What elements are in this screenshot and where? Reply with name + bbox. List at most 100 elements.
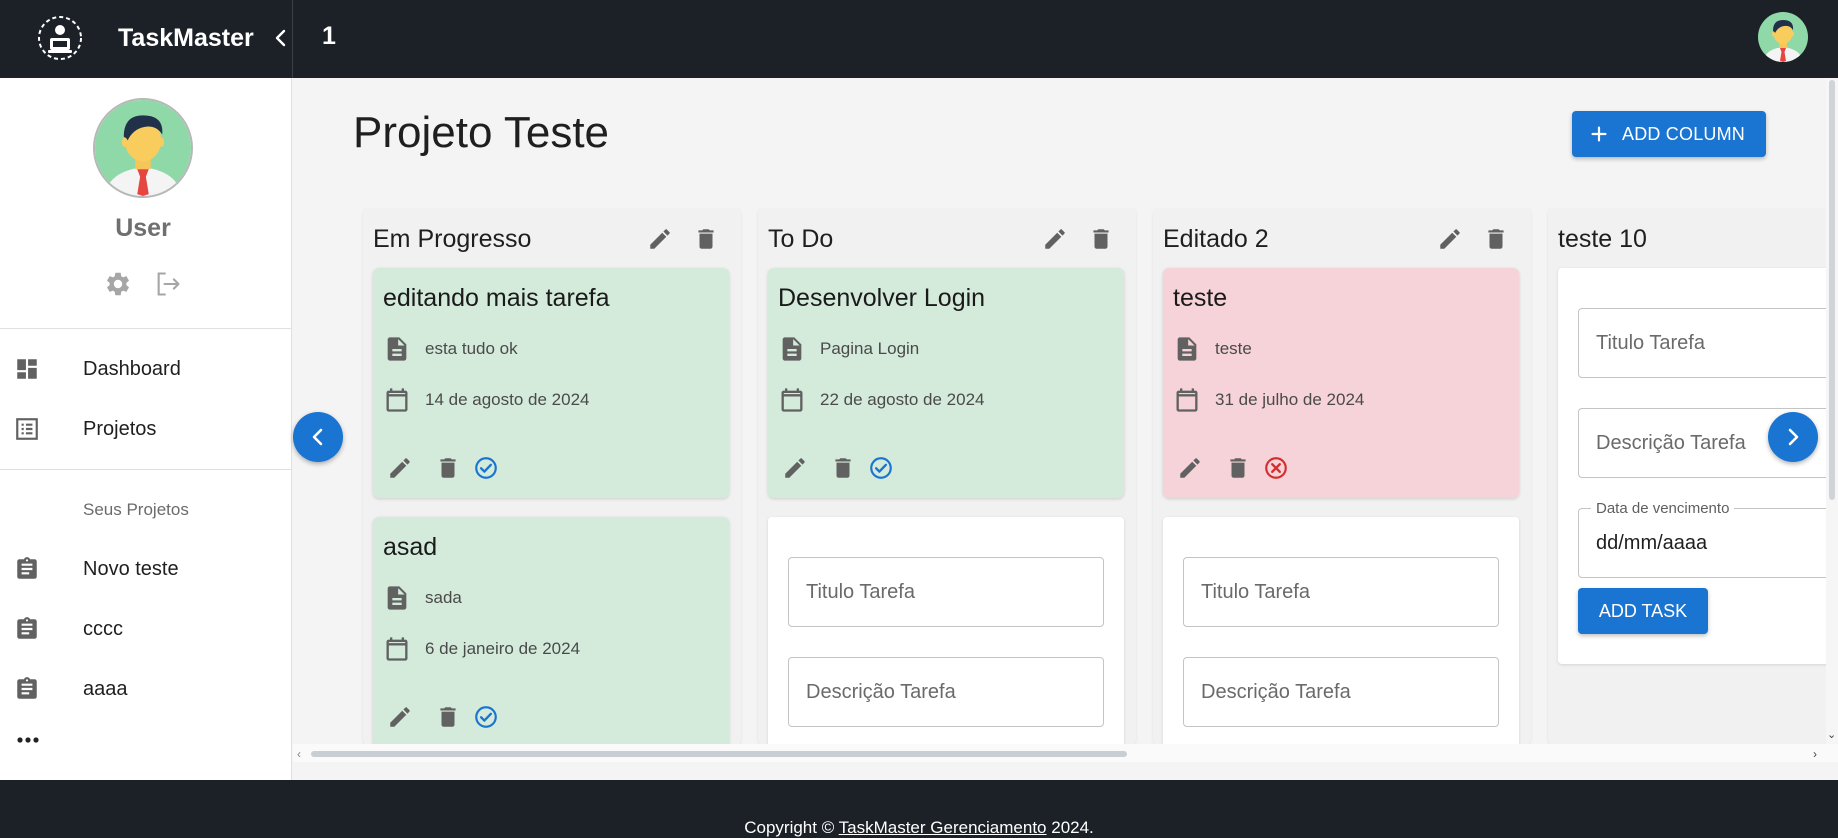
task-complete-check-icon[interactable] xyxy=(868,455,894,481)
description-icon xyxy=(383,584,411,612)
task-date: 6 de janeiro de 2024 xyxy=(425,639,581,658)
task-complete-check-icon[interactable] xyxy=(473,455,499,481)
task-complete-check-icon[interactable] xyxy=(473,704,499,730)
page-number: 1 xyxy=(322,22,336,50)
task-description-field[interactable] xyxy=(1183,657,1499,727)
task-card[interactable]: Desenvolver Login Pagina Login 22 de ago… xyxy=(768,268,1124,498)
edit-task-pencil-icon[interactable] xyxy=(1177,455,1203,481)
edit-column-pencil-icon[interactable] xyxy=(647,226,673,252)
delete-column-trash-icon[interactable] xyxy=(1483,226,1509,252)
task-title-input[interactable] xyxy=(789,580,1103,604)
column-title: Em Progresso xyxy=(373,225,532,253)
main-content: Projeto Teste ADD COLUMN Em Progresso ed… xyxy=(293,78,1838,780)
column-title: teste 10 xyxy=(1558,225,1647,253)
task-title: asad xyxy=(383,533,438,561)
sidebar-item-project[interactable]: aaaa xyxy=(0,662,291,716)
horizontal-scrollbar[interactable]: ‹ › xyxy=(293,744,1838,762)
task-overdue-x-circle-icon[interactable] xyxy=(1263,455,1289,481)
sidebar-item-project[interactable]: Novo teste xyxy=(0,542,291,596)
delete-column-trash-icon[interactable] xyxy=(1088,226,1114,252)
delete-column-trash-icon[interactable] xyxy=(693,226,719,252)
task-description-input[interactable] xyxy=(1184,680,1498,704)
task-description-row: teste xyxy=(1173,334,1252,364)
task-date: 31 de julho de 2024 xyxy=(1215,390,1365,409)
task-description-row: sada xyxy=(383,583,462,613)
calendar-icon xyxy=(383,386,411,414)
edit-column-pencil-icon[interactable] xyxy=(1042,226,1068,252)
task-date-row: 6 de janeiro de 2024 xyxy=(383,634,580,664)
task-card[interactable]: editando mais tarefa esta tudo ok 14 de … xyxy=(373,268,729,498)
sidebar-item-label: Dashboard xyxy=(83,358,181,380)
footer-link[interactable]: TaskMaster Gerenciamento xyxy=(839,818,1047,837)
delete-task-trash-icon[interactable] xyxy=(435,704,461,730)
task-card[interactable]: asad sada 6 de janeiro de 2024 xyxy=(373,517,729,745)
description-icon xyxy=(383,335,411,363)
sidebar-item-projetos[interactable]: Projetos xyxy=(0,402,291,456)
task-date-row: 14 de agosto de 2024 xyxy=(383,385,589,415)
horizontal-scrollbar-thumb[interactable] xyxy=(311,751,1127,757)
new-task-form xyxy=(1163,517,1519,745)
task-description-field[interactable] xyxy=(788,657,1104,727)
add-column-button[interactable]: ADD COLUMN xyxy=(1572,111,1766,157)
task-description: teste xyxy=(1215,339,1252,358)
description-icon xyxy=(1173,335,1201,363)
taskmaster-logo-icon xyxy=(36,14,84,62)
edit-column-pencil-icon[interactable] xyxy=(1437,226,1463,252)
scroll-down-arrow-icon[interactable]: ⌄ xyxy=(1827,728,1836,741)
due-date-field[interactable]: Data de vencimento xyxy=(1578,500,1838,578)
add-task-button[interactable]: ADD TASK xyxy=(1578,588,1708,634)
task-title-field[interactable] xyxy=(1183,557,1499,627)
task-title: editando mais tarefa xyxy=(383,284,610,312)
topbar-divider xyxy=(292,0,293,78)
task-card[interactable]: teste teste 31 de julho de 2024 xyxy=(1163,268,1519,498)
delete-task-trash-icon[interactable] xyxy=(435,455,461,481)
sidebar-item-label: Novo teste xyxy=(83,558,179,580)
scroll-right-button[interactable] xyxy=(1768,412,1818,462)
more-horizontal-icon[interactable] xyxy=(16,732,40,748)
clipboard-icon xyxy=(14,556,40,582)
vertical-scrollbar[interactable] xyxy=(1826,78,1838,744)
footer: Copyright © TaskMaster Gerenciamento 202… xyxy=(0,780,1838,838)
copyright-prefix: Copyright © xyxy=(744,818,839,837)
app-name: TaskMaster xyxy=(118,24,254,52)
due-date-input[interactable] xyxy=(1579,531,1838,555)
task-description-input[interactable] xyxy=(789,680,1103,704)
task-title-input[interactable] xyxy=(1184,580,1498,604)
task-title-input[interactable] xyxy=(1579,331,1838,355)
delete-task-trash-icon[interactable] xyxy=(1225,455,1251,481)
task-title-field[interactable] xyxy=(788,557,1104,627)
edit-task-pencil-icon[interactable] xyxy=(387,704,413,730)
new-task-form xyxy=(768,517,1124,745)
kanban-column: Em Progresso editando mais tarefa esta t… xyxy=(363,208,741,745)
scroll-right-arrow-icon[interactable]: › xyxy=(1813,747,1817,761)
task-description: esta tudo ok xyxy=(425,339,518,358)
chevron-left-icon xyxy=(312,428,323,446)
scroll-left-button[interactable] xyxy=(293,412,343,462)
task-date: 22 de agosto de 2024 xyxy=(820,390,985,409)
kanban-board: Em Progresso editando mais tarefa esta t… xyxy=(293,208,1838,780)
sidebar-item-dashboard[interactable]: Dashboard xyxy=(0,342,291,396)
edit-task-pencil-icon[interactable] xyxy=(782,455,808,481)
vertical-scrollbar-thumb[interactable] xyxy=(1829,80,1835,500)
task-title-field[interactable] xyxy=(1578,308,1838,378)
kanban-column: To Do Desenvolver Login Pagina Login 22 … xyxy=(758,208,1136,745)
calendar-icon xyxy=(383,635,411,663)
sidebar: User Dashboard Projetos Seus Projetos No… xyxy=(0,78,292,780)
column-title: To Do xyxy=(768,225,834,253)
collapse-sidebar-chevron-left-icon[interactable] xyxy=(272,27,290,49)
description-icon xyxy=(778,335,806,363)
scroll-left-arrow-icon[interactable]: ‹ xyxy=(297,747,301,761)
user-avatar-button[interactable] xyxy=(1758,12,1808,62)
dashboard-icon xyxy=(14,356,40,382)
column-title: Editado 2 xyxy=(1163,225,1269,253)
kanban-column: Editado 2 teste teste 31 de julho de 202… xyxy=(1153,208,1531,745)
settings-gear-icon[interactable] xyxy=(104,270,132,298)
page-title: Projeto Teste xyxy=(353,108,610,157)
sidebar-item-project[interactable]: cccc xyxy=(0,602,291,656)
edit-task-pencil-icon[interactable] xyxy=(387,455,413,481)
new-task-form: Data de vencimento ADD TASK xyxy=(1558,268,1838,664)
kanban-column: teste 10 Data de vencimento ADD TASK xyxy=(1548,208,1838,745)
logout-icon[interactable] xyxy=(154,270,182,298)
calendar-icon xyxy=(1173,386,1201,414)
delete-task-trash-icon[interactable] xyxy=(830,455,856,481)
